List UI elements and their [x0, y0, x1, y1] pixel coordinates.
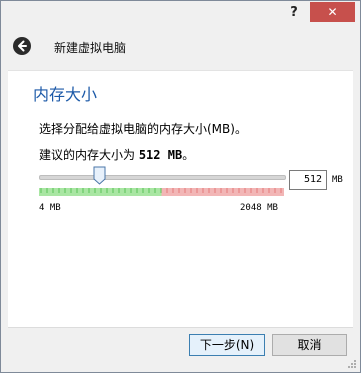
back-arrow-icon — [13, 37, 31, 55]
description-text: 选择分配给虚拟电脑的内存大小(MB)。 — [39, 122, 247, 136]
recommendation-suffix: 。 — [182, 148, 195, 162]
page-title: 内存大小 — [33, 85, 98, 104]
slider-max-label: 2048 MB — [240, 203, 278, 213]
help-button[interactable]: ? — [283, 3, 305, 23]
slider-track[interactable] — [39, 175, 286, 180]
memory-size-input[interactable]: 512 — [289, 170, 327, 190]
wizard-title: 新建虚拟电脑 — [54, 41, 127, 55]
slider-unsafe-range — [161, 188, 284, 196]
recommended-value: 512 MB — [138, 148, 183, 162]
resize-grip-icon[interactable] — [347, 359, 357, 369]
dialog-window: ? ✕ 新建虚拟电脑 内存大小 选择分配给虚拟电脑的内存大小(MB)。 建议的内… — [0, 0, 361, 373]
memory-unit-label: MB — [332, 175, 343, 185]
slider-scale — [39, 188, 284, 196]
title-bar: ? ✕ — [1, 1, 360, 28]
back-button[interactable] — [12, 36, 32, 56]
memory-slider[interactable] — [39, 166, 286, 198]
recommendation-text: 建议的内存大小为 512 MB。 — [39, 146, 194, 163]
slider-thumb[interactable] — [93, 166, 106, 185]
content-panel: 内存大小 选择分配给虚拟电脑的内存大小(MB)。 建议的内存大小为 512 MB… — [8, 70, 353, 328]
slider-min-label: 4 MB — [39, 203, 61, 213]
cancel-button[interactable]: 取消 — [272, 334, 347, 356]
next-button[interactable]: 下一步(N) — [189, 334, 265, 356]
close-button[interactable]: ✕ — [310, 2, 355, 22]
recommendation-prefix: 建议的内存大小为 — [39, 148, 139, 162]
